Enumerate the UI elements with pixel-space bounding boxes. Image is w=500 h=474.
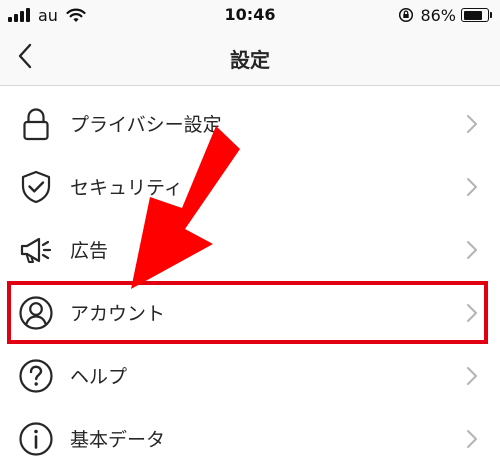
chevron-right-icon [467, 178, 477, 196]
status-right: 86% [398, 5, 492, 25]
chevron-right-icon [467, 241, 477, 259]
settings-item-label: プライバシー設定 [70, 114, 222, 136]
status-bar: au 10:46 86% [0, 0, 500, 30]
settings-item-account[interactable]: アカウント [0, 281, 500, 344]
settings-list: プライバシー設定 セキュリティ 広告 アカウント ヘルプ 基本データ [0, 92, 500, 470]
chevron-right-icon [467, 304, 477, 322]
settings-item-ads[interactable]: 広告 [0, 218, 500, 281]
battery-level-fill [463, 10, 483, 20]
settings-screen: au 10:46 86% 設定 プライバシー設定 セキュリティ 広告 アカウント… [0, 0, 500, 474]
settings-item-label: ヘルプ [70, 366, 128, 388]
lock-icon [23, 108, 49, 141]
settings-item-privacy[interactable]: プライバシー設定 [0, 92, 500, 155]
settings-item-basic-data[interactable]: 基本データ [0, 407, 500, 470]
page-title: 設定 [230, 48, 270, 72]
help-circle-icon [19, 359, 53, 393]
settings-item-label: アカウント [70, 303, 166, 325]
info-circle-icon [19, 422, 53, 456]
battery-tip [490, 12, 492, 18]
user-circle-icon [19, 296, 53, 330]
shield-check-icon [21, 170, 51, 204]
chevron-right-icon [467, 367, 477, 385]
settings-item-label: セキュリティ [70, 177, 183, 199]
megaphone-icon [20, 237, 52, 263]
settings-item-help[interactable]: ヘルプ [0, 344, 500, 407]
settings-item-label: 広告 [70, 240, 109, 262]
settings-item-label: 基本データ [70, 429, 166, 451]
battery-percent: 86% [420, 5, 456, 25]
settings-item-security[interactable]: セキュリティ [0, 155, 500, 218]
chevron-right-icon [467, 115, 477, 133]
battery-icon [461, 8, 489, 22]
chevron-right-icon [467, 430, 477, 448]
navigation-bar: 設定 [0, 30, 500, 86]
orientation-lock-icon [399, 7, 414, 23]
